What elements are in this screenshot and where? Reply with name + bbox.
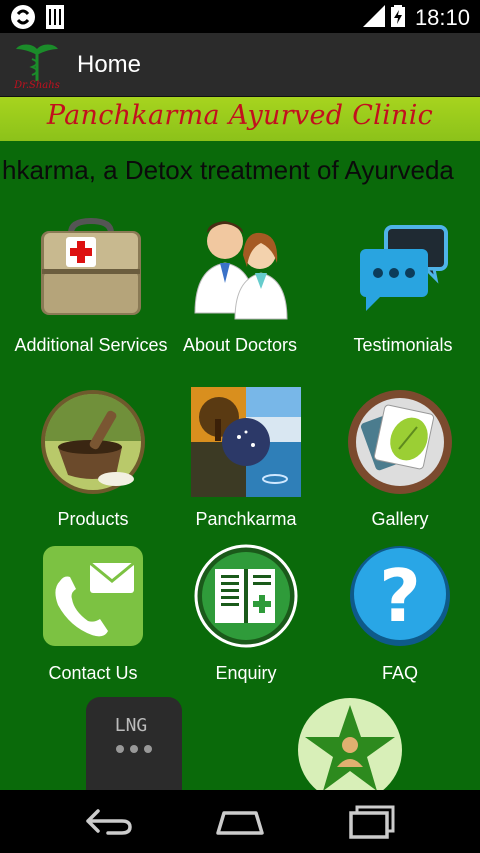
tile-label: Gallery [371, 509, 429, 529]
svg-text:?: ? [379, 554, 421, 638]
tile-label: Additional Services [14, 335, 168, 355]
sync-icon [11, 5, 35, 29]
doctors-icon [194, 221, 288, 320]
home-icon[interactable] [210, 805, 270, 839]
tile-label: Enquiry [215, 663, 277, 683]
tile-contact-us[interactable]: Contact Us [13, 541, 173, 684]
tile-faq[interactable]: ? FAQ [320, 541, 480, 684]
svg-text:LNG: LNG [115, 715, 148, 736]
status-bar: 18:10 [0, 0, 480, 33]
tile-lng[interactable]: LNG [51, 695, 211, 790]
tile-gallery[interactable]: Gallery [320, 387, 480, 530]
tile-label: About Doctors [182, 335, 298, 355]
mortar-pestle-icon [41, 390, 145, 494]
tile-label: Contact Us [48, 663, 138, 683]
sim-icon [46, 5, 64, 29]
banner-title: Panchkarma Ayurved Clinic [46, 100, 434, 131]
page-title: Home [77, 51, 142, 78]
back-icon[interactable] [78, 805, 138, 839]
status-left-icons [10, 4, 64, 30]
tile-label: FAQ [381, 663, 418, 683]
tile-panchkarma[interactable]: Panchkarma [166, 387, 326, 530]
clinic-logo[interactable]: Dr.Shahs [12, 41, 62, 91]
phone-mail-icon [43, 546, 143, 646]
yoga-star-icon [298, 698, 402, 790]
tile-testimonials[interactable]: Testimonials [323, 213, 480, 356]
gallery-icon [348, 390, 452, 494]
help-question-icon: ? [350, 546, 450, 646]
svg-text:Dr.Shahs: Dr.Shahs [13, 80, 60, 91]
panchkarma-collage-icon [191, 387, 301, 497]
tile-label: Testimonials [353, 335, 453, 355]
recent-apps-icon[interactable] [343, 805, 403, 839]
tile-yoga[interactable] [270, 695, 430, 790]
tile-products[interactable]: Products [13, 387, 173, 530]
tile-about-doctors[interactable]: About Doctors [160, 213, 320, 356]
marquee-text: hkarma, a Detox treatment of Ayurveda [2, 155, 454, 185]
clinic-banner: Panchkarma Ayurved Clinic [0, 97, 480, 141]
lng-icon: LNG [86, 697, 182, 790]
clock: 18:10 [414, 5, 470, 30]
tile-label: Panchkarma [195, 509, 297, 529]
tile-enquiry[interactable]: Enquiry [166, 541, 326, 684]
marquee: hkarma, a Detox treatment of Ayurveda [0, 151, 480, 191]
home-grid: hkarma, a Detox treatment of Ayurveda Ad… [0, 141, 480, 790]
signal-icon [363, 5, 385, 27]
tile-label: Products [57, 509, 129, 529]
action-bar: Dr.Shahs Home [0, 33, 480, 97]
tile-additional-services[interactable]: Additional Services [11, 213, 171, 356]
chat-bubbles-icon [360, 225, 448, 311]
battery-charging-icon [391, 5, 405, 27]
enquiry-book-icon [194, 544, 298, 648]
navigation-bar [0, 790, 480, 853]
medical-bag-icon [41, 217, 141, 315]
